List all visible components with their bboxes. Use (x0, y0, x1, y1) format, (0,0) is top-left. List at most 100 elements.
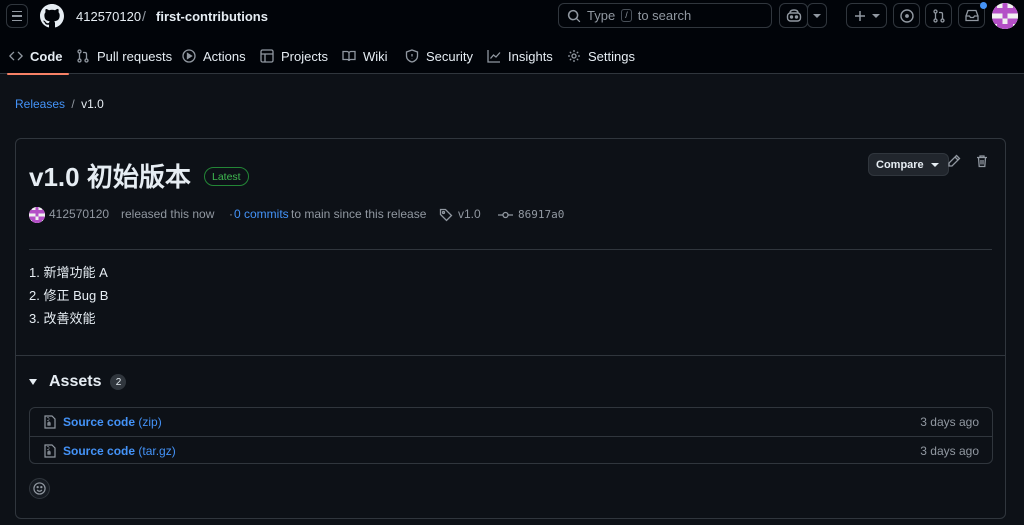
breadcrumb-releases-link[interactable]: Releases (15, 97, 65, 111)
pull-request-icon (932, 8, 945, 23)
asset-name: Source code (63, 415, 136, 429)
commits-text: to main since this release (291, 207, 427, 221)
breadcrumb-current: v1.0 (81, 97, 104, 111)
book-icon (342, 49, 356, 63)
file-zip-icon (44, 415, 56, 429)
add-reaction-button[interactable] (29, 478, 50, 499)
asset-ext: (tar.gz) (138, 444, 176, 458)
pull-requests-button[interactable] (925, 3, 952, 28)
tab-label: Projects (281, 48, 328, 64)
tab-insights[interactable]: Insights (487, 40, 553, 74)
note-item: 1. 新增功能 A (29, 265, 108, 280)
copilot-menu-button[interactable] (807, 3, 827, 28)
latest-badge: Latest (204, 167, 249, 186)
copilot-icon (786, 8, 801, 22)
copilot-button[interactable] (779, 3, 808, 28)
divider (29, 249, 992, 250)
hamburger-icon[interactable] (6, 4, 28, 28)
repo-name-link[interactable]: first-contributions (156, 9, 268, 24)
path-separator: / (142, 8, 146, 24)
pull-request-icon (76, 49, 90, 63)
triangle-down-icon (29, 379, 37, 385)
assets-toggle[interactable]: Assets 2 (29, 373, 127, 391)
delete-button[interactable] (975, 154, 989, 168)
release-notes: 1. 新增功能 A 2. 修正 Bug B 3. 改善效能 (29, 264, 108, 333)
chevron-down-icon (813, 13, 821, 18)
release-meta: 412570120 released this now · 0 commits … (29, 207, 989, 223)
asset-link[interactable]: Source code (tar.gz) (63, 444, 176, 458)
chevron-down-icon (871, 13, 880, 18)
repo-tabs: Code Pull requests Actions Projects Wiki… (0, 40, 1024, 75)
inbox-icon (964, 9, 979, 22)
file-zip-icon (44, 444, 56, 458)
asset-ext: (zip) (138, 415, 162, 429)
pencil-icon (948, 154, 961, 167)
github-logo[interactable] (40, 4, 64, 28)
breadcrumb: Releases / v1.0 (15, 97, 104, 111)
commit-sha-link[interactable]: 86917a0 (518, 208, 564, 221)
tab-pull-requests[interactable]: Pull requests (76, 40, 172, 74)
release-card: v1.0 初始版本 Latest Compare 412570120 relea… (15, 138, 1006, 519)
search-prefix: Type (587, 8, 616, 23)
search-icon (567, 9, 581, 22)
repo-owner-link[interactable]: 412570120 (76, 9, 141, 24)
tab-label: Wiki (363, 48, 388, 64)
header-row: 412570120 / first-contributions Type / t… (0, 0, 1024, 32)
create-new-button[interactable] (846, 3, 887, 28)
tab-label: Pull requests (97, 48, 173, 64)
tab-projects[interactable]: Projects (260, 40, 328, 74)
commits-separator: · (229, 207, 233, 221)
tab-settings[interactable]: Settings (567, 40, 635, 74)
divider (16, 355, 1005, 356)
tab-code[interactable]: Code (7, 40, 68, 75)
note-item: 2. 修正 Bug B (29, 288, 109, 303)
edit-button[interactable] (947, 154, 961, 168)
play-icon (182, 49, 196, 63)
asset-link[interactable]: Source code (zip) (63, 415, 162, 429)
tab-label: Insights (508, 48, 553, 64)
tab-label: Settings (588, 48, 635, 64)
note-item: 3. 改善效能 (29, 311, 96, 326)
asset-row: Source code (tar.gz) 3 days ago (30, 436, 992, 464)
smiley-icon (33, 482, 46, 495)
commit-icon (498, 208, 513, 225)
plus-icon (854, 10, 865, 21)
release-title: v1.0 初始版本 (29, 162, 191, 192)
tab-security[interactable]: Security (405, 40, 473, 74)
tab-label: Code (30, 48, 63, 64)
search-suffix: to search (637, 8, 692, 23)
notification-indicator (980, 2, 987, 9)
commits-link[interactable]: 0 commits (234, 207, 289, 221)
global-header: 412570120 / first-contributions Type / t… (0, 0, 1024, 75)
trash-icon (977, 155, 987, 168)
issues-icon (899, 8, 914, 23)
asset-row: Source code (zip) 3 days ago (30, 408, 992, 436)
graph-icon (487, 49, 501, 63)
tag-icon (439, 208, 453, 225)
gear-icon (567, 49, 581, 63)
assets-count: 2 (110, 374, 127, 390)
tab-actions[interactable]: Actions (182, 40, 246, 74)
assets-title: Assets (49, 373, 102, 390)
avatar[interactable] (992, 3, 1018, 29)
tab-wiki[interactable]: Wiki (342, 40, 388, 74)
author-avatar[interactable] (29, 207, 45, 223)
issues-button[interactable] (893, 3, 920, 28)
compare-button[interactable]: Compare (868, 153, 949, 176)
search-shortcut-key: / (621, 9, 632, 22)
table-icon (260, 49, 274, 63)
asset-date: 3 days ago (920, 444, 979, 458)
search-input[interactable]: Type / to search (558, 3, 772, 28)
asset-date: 3 days ago (920, 415, 979, 429)
asset-name: Source code (63, 444, 136, 458)
released-text: released this now (121, 207, 215, 221)
chevron-down-icon (930, 162, 939, 167)
tag-link[interactable]: v1.0 (458, 207, 481, 221)
shield-icon (405, 49, 419, 63)
tab-label: Security (426, 48, 473, 64)
assets-list: Source code (zip) 3 days ago Source code… (29, 407, 993, 464)
code-icon (9, 49, 23, 63)
author-link[interactable]: 412570120 (49, 207, 109, 221)
compare-label: Compare (876, 158, 924, 171)
tab-label: Actions (203, 48, 246, 64)
